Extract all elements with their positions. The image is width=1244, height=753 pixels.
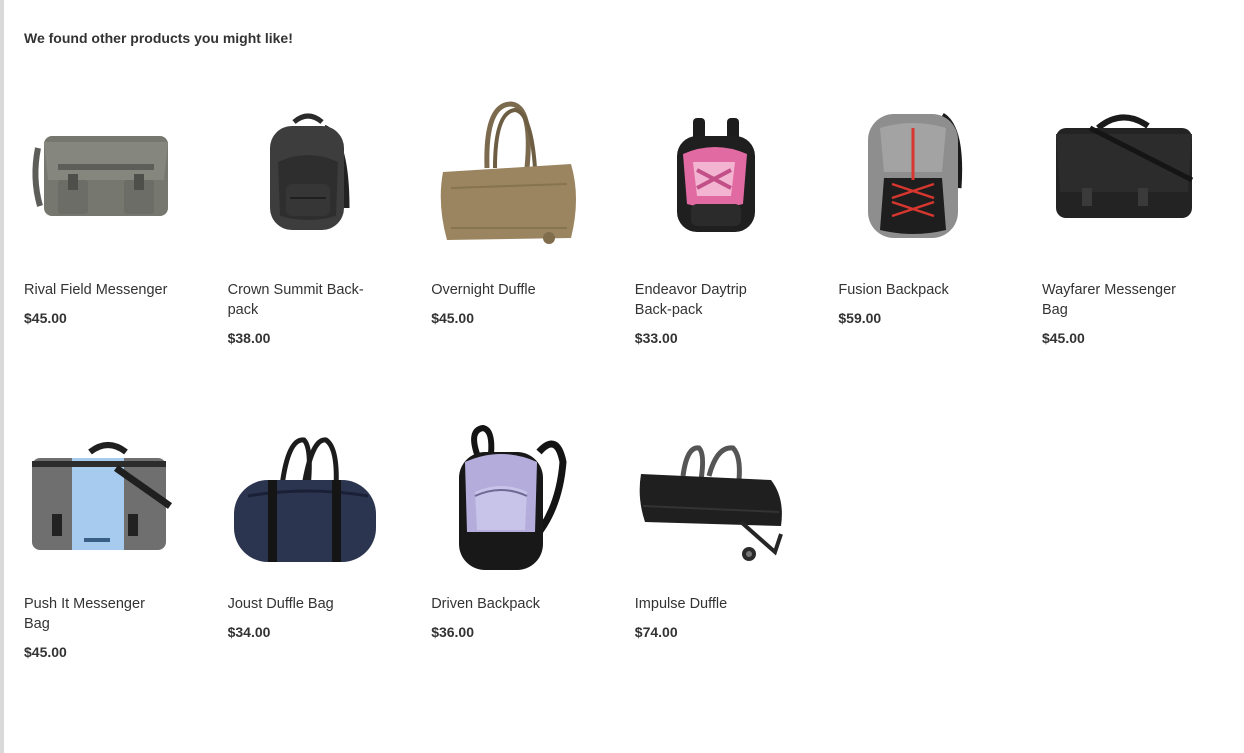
product-name[interactable]: Impulse Duffle xyxy=(635,594,785,614)
messenger-bag-icon[interactable] xyxy=(1042,88,1206,266)
product-price: $33.00 xyxy=(634,330,678,346)
product-price: $45.00 xyxy=(24,310,67,326)
product-card[interactable]: Push It Messenger Bag $45.00 xyxy=(24,402,194,716)
product-card[interactable]: Fusion Backpack $59.00 xyxy=(838,88,1008,402)
rolling-duffle-icon[interactable] xyxy=(635,402,799,580)
product-price: $45.00 xyxy=(24,644,67,660)
product-name[interactable]: Fusion Backpack xyxy=(838,280,988,300)
product-price: $59.00 xyxy=(838,310,882,326)
related-products-page: We found other products you might like! … xyxy=(0,0,1244,753)
product-card[interactable]: Wayfarer Messenger Bag $45.00 xyxy=(1042,88,1212,402)
product-card[interactable]: Rival Field Messenger $45.00 xyxy=(24,88,194,402)
backpack-icon[interactable] xyxy=(228,88,392,266)
backpack-icon[interactable] xyxy=(838,88,1002,266)
duffle-bag-icon[interactable] xyxy=(228,402,392,580)
product-price: $45.00 xyxy=(431,310,475,326)
product-name[interactable]: Rival Field Messenger xyxy=(24,280,174,300)
product-price: $45.00 xyxy=(1041,330,1085,346)
product-price: $36.00 xyxy=(431,624,475,640)
product-name[interactable]: Wayfarer Messenger Bag xyxy=(1042,280,1192,320)
product-price: $38.00 xyxy=(227,330,271,346)
product-name[interactable]: Endeavor Daytrip Back-pack xyxy=(635,280,785,320)
product-name[interactable]: Joust Duffle Bag xyxy=(228,594,378,614)
product-name[interactable]: Driven Backpack xyxy=(431,594,581,614)
product-card[interactable]: Impulse Duffle $74.00 xyxy=(635,402,805,716)
backpack-icon[interactable] xyxy=(431,402,595,580)
messenger-bag-icon[interactable] xyxy=(24,402,188,580)
left-border xyxy=(0,0,4,753)
product-card[interactable]: Crown Summit Back-pack $38.00 xyxy=(228,88,398,402)
product-name[interactable]: Overnight Duffle xyxy=(431,280,581,300)
product-card[interactable]: Overnight Duffle $45.00 xyxy=(431,88,601,402)
product-price: $74.00 xyxy=(634,624,678,640)
product-name[interactable]: Push It Messenger Bag xyxy=(24,594,174,634)
product-price: $34.00 xyxy=(227,624,271,640)
product-name[interactable]: Crown Summit Back-pack xyxy=(228,280,378,320)
backpack-icon[interactable] xyxy=(635,88,799,266)
duffle-bag-icon[interactable] xyxy=(431,88,595,266)
product-card[interactable]: Joust Duffle Bag $34.00 xyxy=(228,402,398,716)
product-card[interactable]: Endeavor Daytrip Back-pack $33.00 xyxy=(635,88,805,402)
product-grid: Rival Field Messenger $45.00 Crown Summi… xyxy=(24,88,1224,716)
messenger-bag-icon[interactable] xyxy=(24,88,188,266)
section-heading: We found other products you might like! xyxy=(24,30,293,46)
product-card[interactable]: Driven Backpack $36.00 xyxy=(431,402,601,716)
